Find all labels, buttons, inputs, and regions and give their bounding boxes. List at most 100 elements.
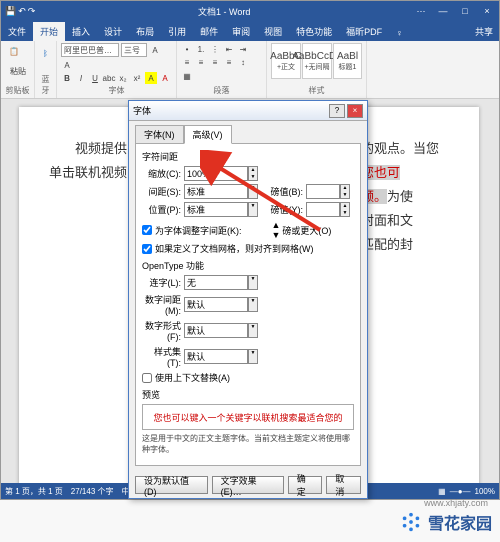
underline-button[interactable]: U bbox=[89, 72, 101, 84]
position-dropdown[interactable]: 标准 bbox=[184, 202, 248, 217]
indent-right-button[interactable]: ⇥ bbox=[237, 43, 249, 55]
cancel-button[interactable]: 取消 bbox=[326, 476, 361, 494]
tab-view[interactable]: 视图 bbox=[257, 22, 289, 41]
redo-icon[interactable]: ↷ bbox=[28, 6, 36, 17]
watermark: 雪花家园 bbox=[400, 510, 492, 534]
position-pt-input[interactable] bbox=[306, 202, 340, 217]
font-group-label: 字体 bbox=[61, 85, 172, 96]
kerning-spinner[interactable]: ▲▼ bbox=[272, 220, 281, 240]
tab-insert[interactable]: 插入 bbox=[65, 22, 97, 41]
dialog-tab-advanced[interactable]: 高级(V) bbox=[184, 125, 232, 144]
tab-file[interactable]: 文件 bbox=[1, 22, 33, 41]
paragraph-group-label: 段落 bbox=[181, 85, 262, 96]
styleset-dropdown[interactable]: 默认 bbox=[184, 349, 248, 364]
numbering-button[interactable]: 1. bbox=[195, 43, 207, 55]
ribbon: 📋 粘贴 剪贴板 ᛒ 蓝牙 阿里巴巴普… 三号 A A B I bbox=[1, 41, 499, 99]
clipboard-label: 剪贴板 bbox=[5, 85, 30, 96]
numspacing-dropdown[interactable]: 默认 bbox=[184, 297, 248, 312]
align-right-button[interactable]: ≡ bbox=[209, 56, 221, 68]
spacing-dropdown-arrow[interactable]: ▼ bbox=[248, 184, 258, 199]
minimize-button[interactable]: — bbox=[435, 6, 451, 17]
preview-label: 预览 bbox=[142, 388, 354, 401]
status-page[interactable]: 第 1 页，共 1 页 bbox=[5, 486, 63, 497]
justify-button[interactable]: ≡ bbox=[223, 56, 235, 68]
bullets-button[interactable]: • bbox=[181, 43, 193, 55]
paste-icon: 📋 bbox=[9, 47, 27, 65]
position-pt-spinner[interactable]: ▲▼ bbox=[340, 202, 350, 217]
align-left-button[interactable]: ≡ bbox=[181, 56, 193, 68]
kerning-checkbox[interactable] bbox=[142, 225, 152, 235]
tab-references[interactable]: 引用 bbox=[161, 22, 193, 41]
dialog-body: 字符间距 缩放(C): 100% ▲▼ 间距(S): 标准 ▼ 磅值(B): ▲… bbox=[135, 143, 361, 466]
tab-mailings[interactable]: 邮件 bbox=[193, 22, 225, 41]
zoom-level[interactable]: 100% bbox=[475, 487, 495, 496]
grow-font-icon[interactable]: A bbox=[149, 44, 161, 56]
font-size-dropdown[interactable]: 三号 bbox=[121, 43, 147, 57]
bluetooth-label: 蓝牙 bbox=[39, 74, 52, 96]
tab-special[interactable]: 特色功能 bbox=[289, 22, 339, 41]
font-family-dropdown[interactable]: 阿里巴巴普… bbox=[61, 43, 119, 57]
shrink-font-icon[interactable]: A bbox=[61, 59, 73, 71]
scale-spinner[interactable]: ▲▼ bbox=[248, 166, 258, 181]
close-button[interactable]: × bbox=[479, 6, 495, 17]
bold-button[interactable]: B bbox=[61, 72, 73, 84]
position-label: 位置(P): bbox=[142, 203, 184, 216]
context-alt-checkbox[interactable] bbox=[142, 373, 152, 383]
ok-button[interactable]: 确定 bbox=[288, 476, 323, 494]
dialog-help-button[interactable]: ? bbox=[329, 104, 345, 118]
tab-home[interactable]: 开始 bbox=[33, 22, 65, 41]
numspacing-arrow[interactable]: ▼ bbox=[248, 297, 258, 312]
tab-tell[interactable]: ♀ bbox=[389, 25, 410, 41]
doc-title: 文档1 - Word bbox=[35, 5, 413, 18]
preview-box: 您也可以键入一个关键字以联机搜索最适合您的 bbox=[142, 404, 354, 430]
subscript-button[interactable]: x₂ bbox=[117, 72, 129, 84]
italic-button[interactable]: I bbox=[75, 72, 87, 84]
preview-note: 这是用于中文的正文主题字体。当前文档主题定义将使用哪种字体。 bbox=[142, 433, 354, 455]
numform-arrow[interactable]: ▼ bbox=[248, 323, 258, 338]
watermark-url: www.xhjaty.com bbox=[424, 498, 488, 508]
align-center-button[interactable]: ≡ bbox=[195, 56, 207, 68]
options-button[interactable]: ⋯ bbox=[413, 6, 429, 17]
shading-button[interactable]: ▦ bbox=[181, 70, 193, 82]
ligature-arrow[interactable]: ▼ bbox=[248, 275, 258, 290]
ligature-dropdown[interactable]: 无 bbox=[184, 275, 248, 290]
tab-layout[interactable]: 布局 bbox=[129, 22, 161, 41]
indent-left-button[interactable]: ⇤ bbox=[223, 43, 235, 55]
view-mode-icon[interactable]: ▦ bbox=[438, 487, 446, 496]
maximize-button[interactable]: □ bbox=[457, 6, 473, 17]
spacing-pt-spinner[interactable]: ▲▼ bbox=[340, 184, 350, 199]
tab-design[interactable]: 设计 bbox=[97, 22, 129, 41]
font-color-button[interactable]: A bbox=[159, 72, 171, 84]
grid-align-checkbox[interactable] bbox=[142, 244, 152, 254]
font-dialog: 字体 ? × 字体(N) 高级(V) 字符间距 缩放(C): 100% ▲▼ 间… bbox=[128, 100, 368, 499]
undo-icon[interactable]: ↶ bbox=[18, 6, 26, 17]
spacing-dropdown[interactable]: 标准 bbox=[184, 184, 248, 199]
spacing-pt-input[interactable] bbox=[306, 184, 340, 199]
position-dropdown-arrow[interactable]: ▼ bbox=[248, 202, 258, 217]
set-default-button[interactable]: 设为默认值(D) bbox=[135, 476, 208, 494]
dialog-titlebar[interactable]: 字体 ? × bbox=[129, 101, 367, 121]
status-wordcount[interactable]: 27/143 个字 bbox=[71, 486, 114, 497]
line-spacing-button[interactable]: ↕ bbox=[237, 56, 249, 68]
text-effects-button[interactable]: 文字效果(E)… bbox=[212, 476, 284, 494]
styleset-arrow[interactable]: ▼ bbox=[248, 349, 258, 364]
scale-input[interactable]: 100% bbox=[184, 166, 248, 181]
paste-button[interactable]: 📋 粘贴 bbox=[5, 43, 31, 81]
tab-pdf[interactable]: 福昕PDF bbox=[339, 22, 389, 41]
scale-label: 缩放(C): bbox=[142, 167, 184, 180]
numform-dropdown[interactable]: 默认 bbox=[184, 323, 248, 338]
share-button[interactable]: 共享 bbox=[469, 22, 499, 41]
zoom-slider[interactable]: —●— bbox=[450, 487, 471, 496]
ribbon-tabs: 文件 开始 插入 设计 布局 引用 邮件 审阅 视图 特色功能 福昕PDF ♀ … bbox=[1, 21, 499, 41]
char-spacing-group: 字符间距 bbox=[142, 150, 354, 163]
dialog-close-button[interactable]: × bbox=[347, 104, 363, 118]
tab-review[interactable]: 审阅 bbox=[225, 22, 257, 41]
save-icon[interactable]: 💾 bbox=[5, 6, 16, 17]
style-nospacing[interactable]: AaBbCcDd+无间隔 bbox=[302, 43, 332, 79]
style-heading1[interactable]: AaBl标题1 bbox=[333, 43, 362, 79]
superscript-button[interactable]: x² bbox=[131, 72, 143, 84]
strikethrough-button[interactable]: abc bbox=[103, 72, 115, 84]
highlight-button[interactable]: A bbox=[145, 72, 157, 84]
dialog-tab-font[interactable]: 字体(N) bbox=[135, 125, 184, 144]
multilevel-button[interactable]: ⋮ bbox=[209, 43, 221, 55]
